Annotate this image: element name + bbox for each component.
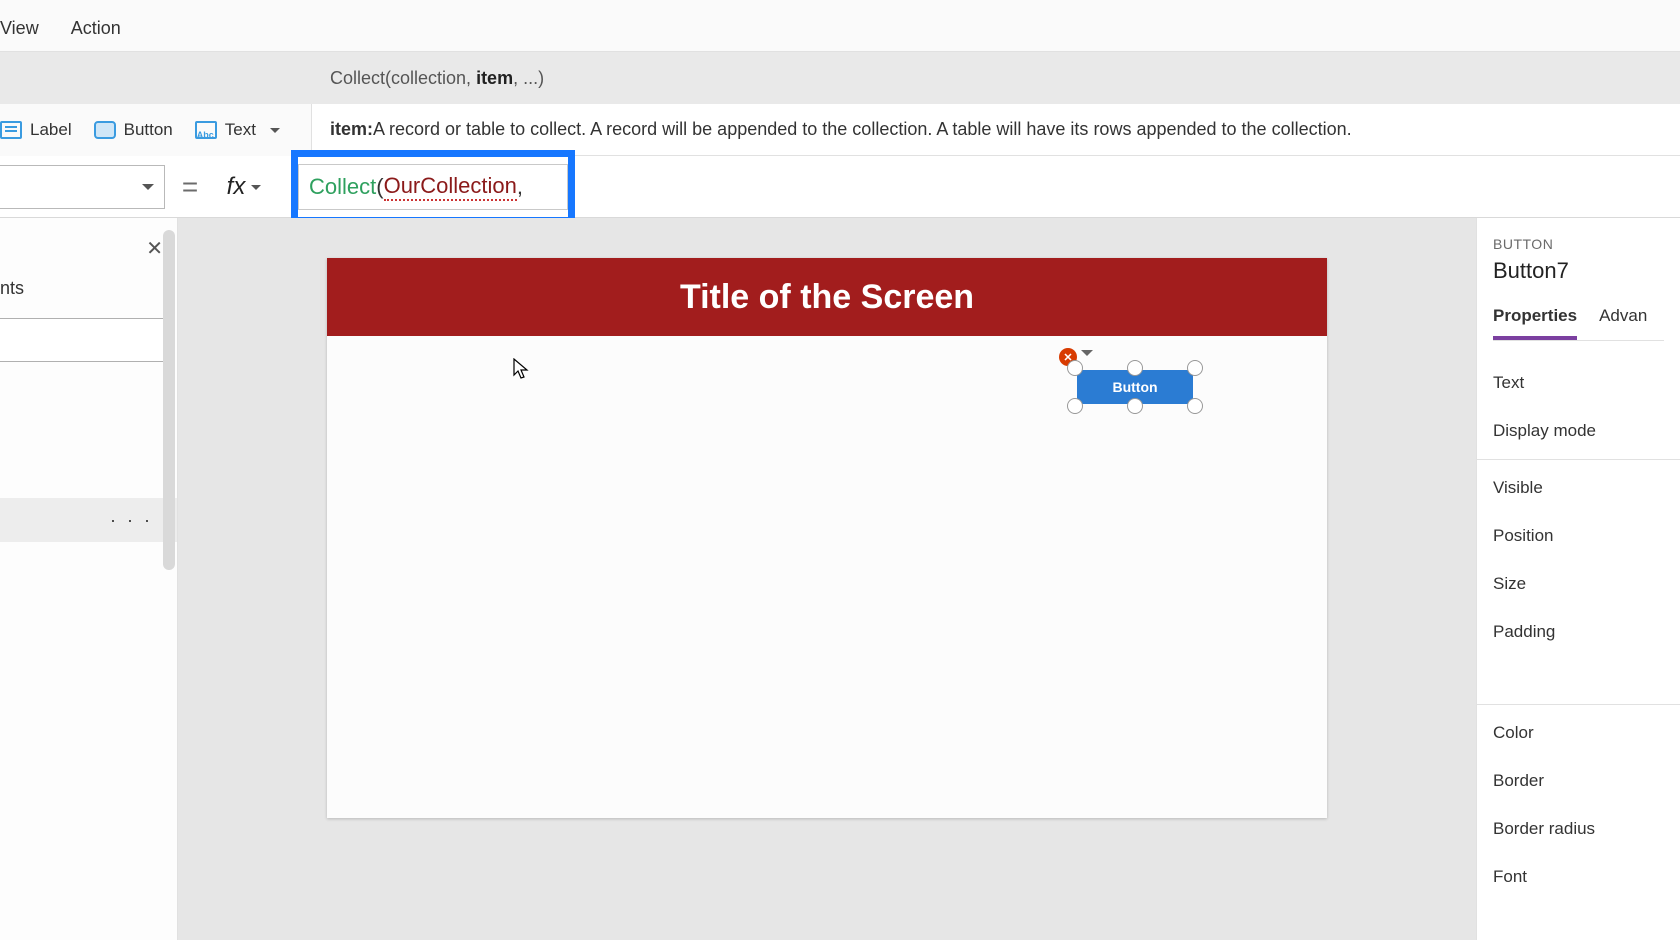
more-icon[interactable]: · · ·: [110, 510, 153, 531]
prop-display-mode[interactable]: Display mode: [1493, 407, 1664, 455]
prop-padding[interactable]: Padding: [1493, 608, 1664, 656]
resize-handle-tl[interactable]: [1067, 360, 1083, 376]
resize-handle-tm[interactable]: [1127, 360, 1143, 376]
screen-title-label[interactable]: Title of the Screen: [327, 258, 1327, 336]
properties-list: Text Display mode Visible Position Size …: [1493, 359, 1664, 901]
properties-panel: BUTTON Button7 Properties Advan Text Dis…: [1476, 218, 1680, 940]
canvas-button-text: Button: [1112, 379, 1157, 395]
mouse-cursor-icon: [513, 358, 529, 386]
sig-post: , ...): [513, 68, 544, 88]
control-name[interactable]: Button7: [1493, 258, 1664, 284]
error-chevron-icon[interactable]: [1081, 350, 1093, 362]
tree-heading-fragment: nts: [0, 278, 24, 299]
intellisense-signature-bar: Label Button Text Collect(collection, it…: [0, 52, 1680, 104]
sig-current-param: item: [476, 68, 513, 88]
resize-handle-bl[interactable]: [1067, 398, 1083, 414]
prop-spacer: [1493, 656, 1664, 700]
ribbon-label-text: Label: [30, 120, 72, 140]
sig-pre: Collect(collection,: [330, 68, 476, 88]
top-menubar: View Action: [0, 0, 1680, 52]
prop-border-radius[interactable]: Border radius: [1493, 805, 1664, 853]
prop-divider: [1477, 459, 1680, 460]
ribbon-text-dropdown[interactable]: Text: [195, 120, 280, 140]
tab-properties[interactable]: Properties: [1493, 306, 1577, 340]
selected-button-control[interactable]: Button: [1077, 370, 1193, 404]
tab-advanced[interactable]: Advan: [1599, 306, 1647, 340]
resize-handle-tr[interactable]: [1187, 360, 1203, 376]
fx-icon: fx: [227, 173, 246, 201]
tok-identifier: OurCollection: [384, 173, 517, 201]
intellisense-signature: Collect(collection, item, ...): [330, 68, 544, 89]
tree-scrollbar-thumb[interactable]: [163, 230, 175, 570]
prop-position[interactable]: Position: [1493, 512, 1664, 560]
prop-font[interactable]: Font: [1493, 853, 1664, 901]
prop-divider-2: [1477, 704, 1680, 705]
param-desc: A record or table to collect. A record w…: [373, 119, 1352, 140]
tree-view-panel: ✕ nts · · ·: [0, 218, 178, 940]
ribbon-text-label: Text: [225, 120, 256, 140]
menu-action[interactable]: Action: [55, 18, 137, 51]
button-icon: [94, 121, 116, 139]
fx-expand-button[interactable]: fx: [215, 173, 273, 201]
property-selector-dropdown[interactable]: [0, 165, 165, 209]
tok-comma: ,: [517, 174, 523, 200]
ribbon-insert-group: Label Button Text: [0, 104, 312, 156]
prop-text[interactable]: Text: [1493, 359, 1664, 407]
formula-input-area[interactable]: Collect(OurCollection,: [273, 156, 1680, 218]
menu-view[interactable]: View: [0, 18, 55, 51]
canvas-screen[interactable]: Title of the Screen: [327, 258, 1327, 818]
prop-size[interactable]: Size: [1493, 560, 1664, 608]
ribbon-button-text: Button: [124, 120, 173, 140]
resize-handle-bm[interactable]: [1127, 398, 1143, 414]
properties-tabs: Properties Advan: [1493, 306, 1664, 341]
tok-function: Collect: [309, 174, 376, 200]
resize-handle-br[interactable]: [1187, 398, 1203, 414]
prop-visible[interactable]: Visible: [1493, 464, 1664, 512]
prop-color[interactable]: Color: [1493, 709, 1664, 757]
close-icon[interactable]: ✕: [146, 236, 163, 261]
formula-bar: = fx Collect(OurCollection,: [0, 156, 1680, 218]
label-icon: [0, 121, 22, 139]
control-type-label: BUTTON: [1493, 236, 1664, 252]
param-name: item:: [330, 119, 373, 140]
equals-sign: =: [165, 171, 215, 203]
text-icon: [195, 121, 217, 139]
ribbon-label-btn[interactable]: Label: [0, 120, 72, 140]
tree-selected-row[interactable]: · · ·: [0, 498, 177, 542]
tok-open-paren: (: [376, 174, 383, 200]
prop-border[interactable]: Border: [1493, 757, 1664, 805]
tree-search-input[interactable]: [0, 318, 168, 362]
canvas-button[interactable]: Button: [1077, 370, 1193, 404]
ribbon-button-btn[interactable]: Button: [94, 120, 173, 140]
canvas-area[interactable]: Title of the Screen Button: [178, 218, 1476, 940]
workspace: ✕ nts · · · Title of the Screen Button: [0, 218, 1680, 940]
formula-text[interactable]: Collect(OurCollection,: [298, 164, 568, 210]
